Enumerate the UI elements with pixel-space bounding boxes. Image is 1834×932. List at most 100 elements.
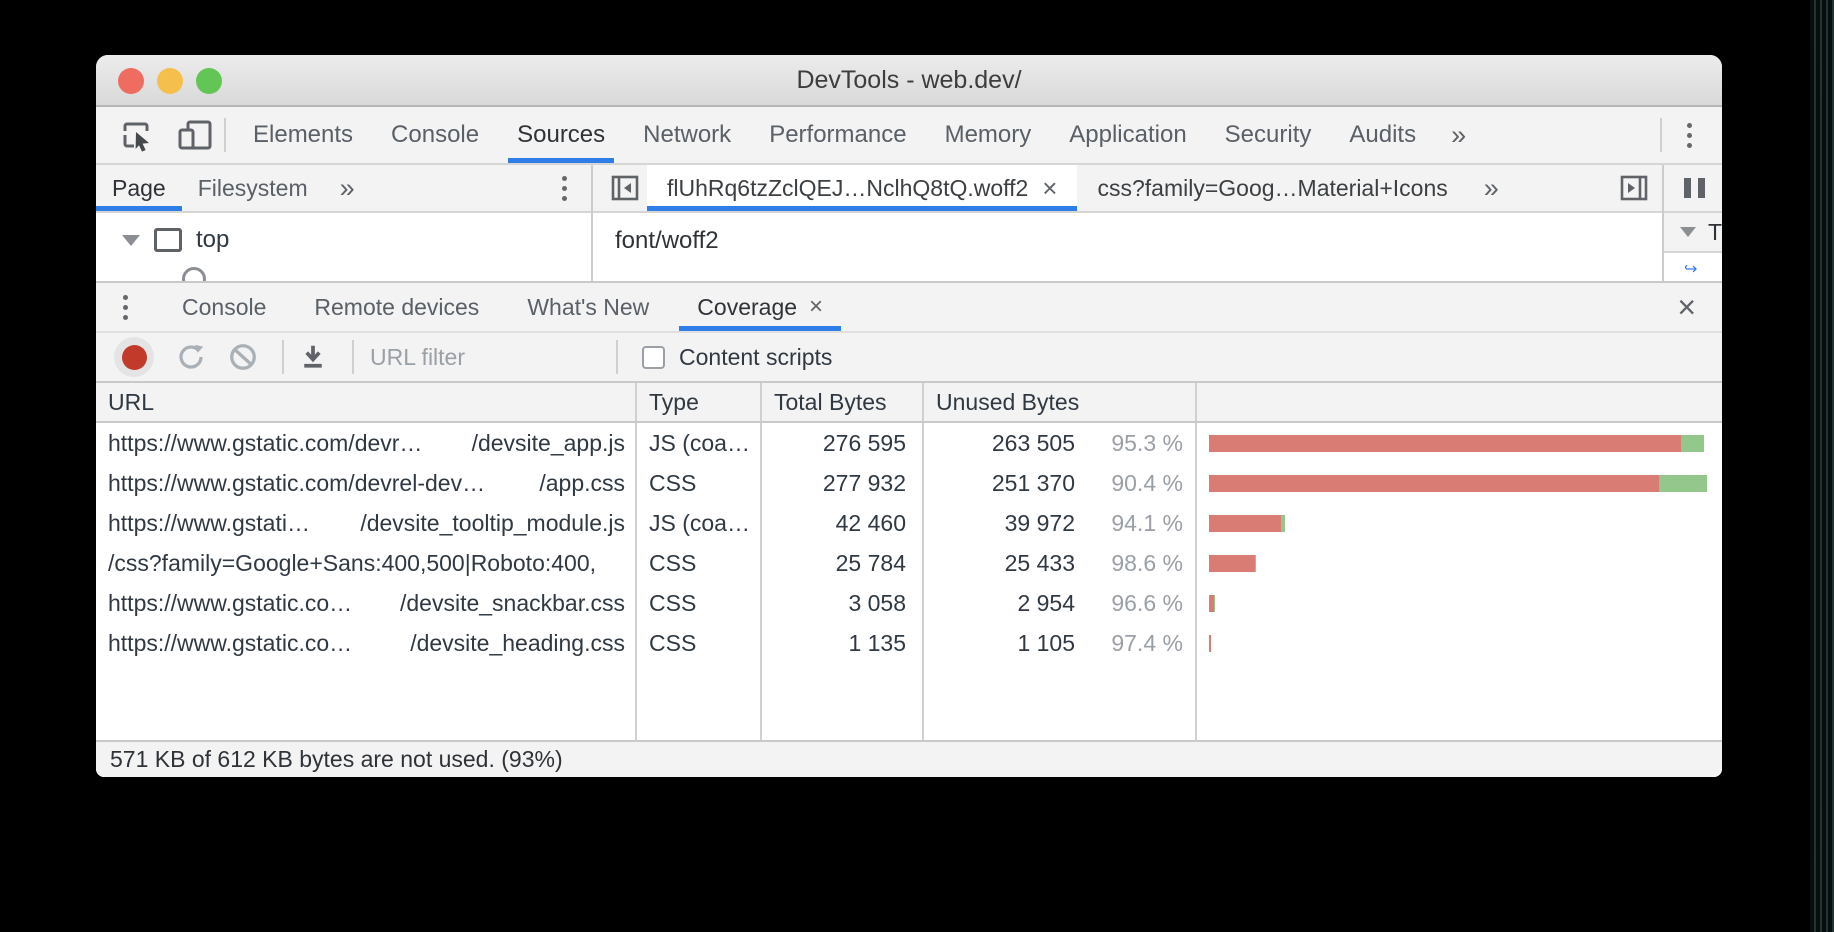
tree-item-label: top (196, 226, 229, 254)
more-tabs-icon[interactable]: » (1435, 107, 1482, 163)
column-header-total-bytes[interactable]: Total Bytes (762, 383, 924, 421)
url-cell: /css?family=Google+Sans:400,500|Roboto:4… (96, 543, 637, 583)
panel-tab-label: Network (643, 121, 731, 149)
table-row[interactable]: https://www.gstatic.co… /devsite_snackba… (96, 583, 1722, 623)
file-tabs-more-icon[interactable]: » (1468, 165, 1515, 211)
column-header-unused-bytes[interactable]: Unused Bytes (924, 383, 1197, 421)
panel-tab-label: Application (1069, 121, 1186, 149)
expand-arrow-icon[interactable] (122, 235, 140, 246)
clear-icon[interactable] (222, 336, 264, 378)
unused-bytes-cell: 263 505 95.3 % (924, 423, 1197, 463)
table-row[interactable]: https://www.gstatic.com/devr… /devsite_a… (96, 423, 1722, 463)
panel-tab[interactable]: Audits (1330, 107, 1435, 163)
main-menu-kebab-icon[interactable] (1670, 116, 1708, 154)
show-debugger-sidebar-icon[interactable] (1612, 166, 1656, 210)
close-drawer-icon[interactable]: × (1677, 283, 1722, 331)
section-collapse-icon[interactable] (1680, 227, 1696, 237)
total-bytes-cell: 3 058 (762, 583, 924, 623)
navigator-pane: Page Filesystem » top (96, 165, 593, 281)
table-row[interactable]: https://www.gstati… /devsite_tooltip_mod… (96, 503, 1722, 543)
column-header-url[interactable]: URL (96, 383, 637, 421)
bar-unused (1209, 475, 1659, 492)
coverage-toolbar-divider (352, 340, 354, 374)
url-cell: https://www.gstatic.co… /devsite_heading… (96, 623, 637, 663)
usage-bar (1209, 555, 1255, 572)
pause-script-icon[interactable] (1664, 165, 1722, 213)
url-head: https://www.gstatic.com/devr… (108, 430, 422, 457)
stop-recording-button[interactable] (114, 337, 154, 377)
bar-used (1681, 435, 1704, 452)
url-cell: https://www.gstatic.com/devr… /devsite_a… (96, 423, 637, 463)
panel-tab[interactable]: Security (1206, 107, 1331, 163)
file-tab-label: flUhRq6tzZclQEJ…NclhQ8tQ.woff2 (667, 175, 1028, 202)
drawer-tab[interactable]: Coverage × (673, 283, 847, 331)
column-header-type[interactable]: Type (637, 383, 762, 421)
panel-tab[interactable]: Elements (234, 107, 372, 163)
file-tab-strip: flUhRq6tzZclQEJ…NclhQ8tQ.woff2 × css?fam… (593, 165, 1662, 213)
drawer-tab-label: What's New (527, 294, 649, 321)
tree-item-top[interactable]: top (96, 221, 591, 259)
type-cell: CSS (637, 543, 762, 583)
inspect-element-icon[interactable] (114, 113, 158, 157)
navigator-menu-kebab-icon[interactable] (545, 169, 583, 207)
close-coverage-tab-icon[interactable]: × (809, 293, 823, 321)
device-toolbar-icon[interactable] (172, 113, 216, 157)
panel-tab[interactable]: Memory (926, 107, 1051, 163)
minimize-window-button[interactable] (157, 68, 183, 94)
editor-content[interactable]: font/woff2 (593, 213, 1662, 281)
close-window-button[interactable] (118, 68, 144, 94)
coverage-toolbar-divider (616, 340, 618, 374)
content-scripts-checkbox[interactable] (642, 346, 665, 369)
drawer: Console Remote devices What's New Covera… (96, 281, 1722, 777)
debugger-sidebar: Th ↪ (1662, 165, 1722, 281)
navigator-tab[interactable]: Page (96, 165, 182, 211)
panel-tab[interactable]: Sources (498, 107, 624, 163)
usage-bar-cell (1197, 423, 1722, 463)
navigator-tab[interactable]: Filesystem (182, 165, 324, 211)
panel-tab[interactable]: Console (372, 107, 498, 163)
drawer-tab[interactable]: What's New (503, 283, 673, 331)
file-tab[interactable]: flUhRq6tzZclQEJ…NclhQ8tQ.woff2 × (647, 165, 1077, 211)
file-tab-label: css?family=Goog…Material+Icons (1097, 175, 1447, 202)
threads-section-header[interactable]: Th (1664, 213, 1722, 253)
usage-bar-cell (1197, 583, 1722, 623)
desktop-edge-texture (1810, 0, 1834, 932)
drawer-menu-kebab-icon[interactable] (106, 288, 144, 326)
file-tab[interactable]: css?family=Goog…Material+Icons (1077, 165, 1467, 211)
url-tail: /devsite_heading.css (410, 630, 625, 657)
navigator-tab-label: Filesystem (198, 175, 308, 202)
close-tab-icon[interactable]: × (1042, 173, 1057, 204)
panel-tab[interactable]: Application (1050, 107, 1205, 163)
zoom-window-button[interactable] (196, 68, 222, 94)
export-download-icon[interactable] (292, 336, 334, 378)
table-row[interactable]: https://www.gstatic.com/devrel-dev… /app… (96, 463, 1722, 503)
drawer-tab[interactable]: Remote devices (290, 283, 503, 331)
drawer-tab-strip: Console Remote devices What's New Covera… (96, 283, 1722, 333)
url-head: https://www.gstati… (108, 510, 310, 537)
column-header-usage-bar (1197, 383, 1722, 421)
url-head: /css?family=Google+Sans:400,500|Roboto:4… (108, 550, 596, 577)
table-empty-area (96, 663, 1722, 740)
unused-bytes-value: 251 370 (992, 470, 1075, 497)
table-row[interactable]: /css?family=Google+Sans:400,500|Roboto:4… (96, 543, 1722, 583)
main-toolbar: Elements Console Sources Network Perform… (96, 107, 1722, 165)
drawer-tab-label: Console (182, 294, 266, 321)
bar-used (1659, 475, 1707, 492)
threads-list: ↪ (1664, 253, 1722, 281)
hide-navigator-icon[interactable] (603, 166, 647, 210)
navigator-more-tabs-icon[interactable]: » (324, 165, 371, 211)
type-cell: CSS (637, 463, 762, 503)
bar-unused (1209, 515, 1281, 532)
sources-panel: Page Filesystem » top (96, 165, 1722, 281)
drawer-tab[interactable]: Console (158, 283, 290, 331)
total-bytes-cell: 277 932 (762, 463, 924, 503)
bar-unused (1209, 555, 1255, 572)
toolbar-divider (224, 118, 226, 152)
usage-bar (1209, 435, 1704, 452)
reload-icon[interactable] (170, 336, 212, 378)
panel-tab[interactable]: Performance (750, 107, 925, 163)
panel-tab[interactable]: Network (624, 107, 750, 163)
table-row[interactable]: https://www.gstatic.co… /devsite_heading… (96, 623, 1722, 663)
content-scripts-label: Content scripts (679, 344, 832, 371)
url-filter-input[interactable] (370, 344, 608, 371)
